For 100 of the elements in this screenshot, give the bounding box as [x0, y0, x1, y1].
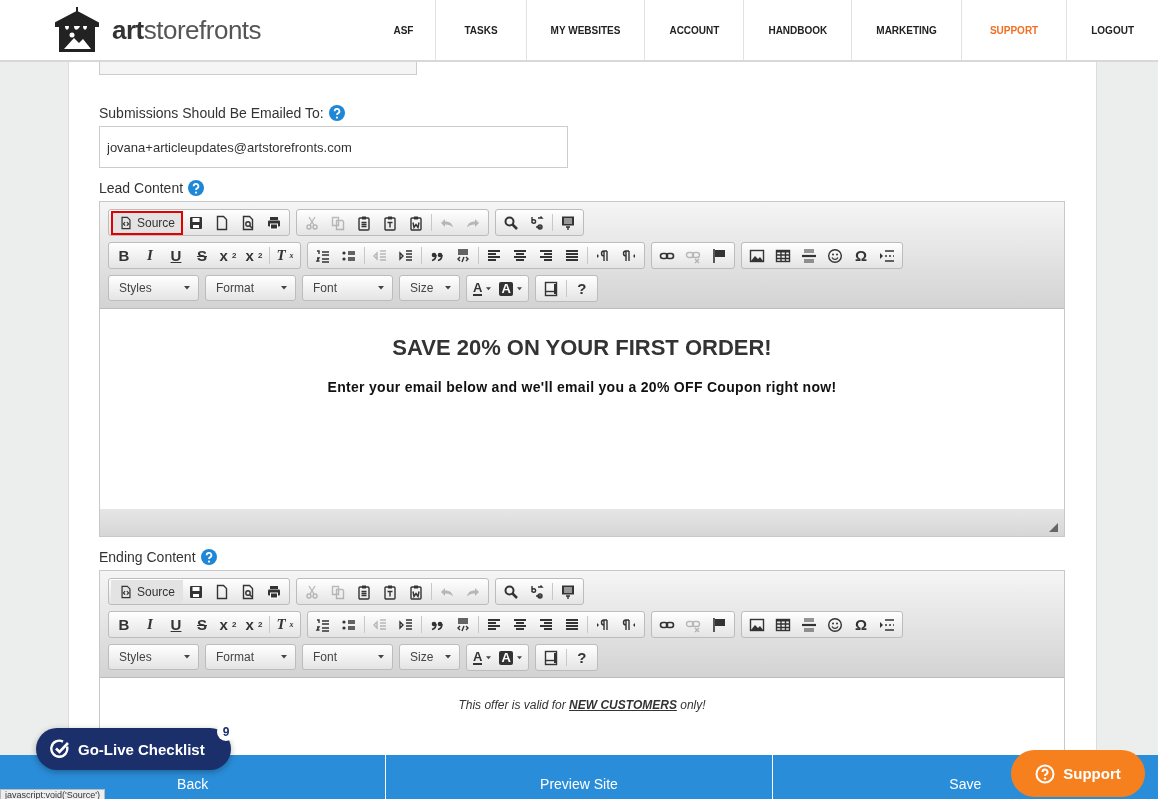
caret-icon	[184, 285, 190, 290]
storefront-logo-icon	[52, 5, 102, 55]
dropdown[interactable]: Format	[205, 643, 296, 670]
caret-icon	[516, 655, 522, 660]
help-icon	[1035, 763, 1056, 784]
image-icon	[749, 616, 765, 633]
field-label: Submissions Should Be Emailed To:	[99, 105, 324, 121]
search-icon	[503, 583, 520, 600]
maximize-icon	[542, 280, 559, 297]
table-icon	[775, 247, 791, 264]
nav-link[interactable]: TASKS	[436, 0, 527, 60]
dropdown[interactable]: Font	[302, 643, 393, 670]
dropdown[interactable]: Size	[399, 274, 460, 301]
indent-icon	[398, 247, 414, 264]
clipboard-icon	[356, 583, 373, 600]
align-left-icon	[486, 247, 502, 264]
help-icon[interactable]	[188, 180, 205, 196]
div-container-icon	[455, 616, 471, 633]
nav-link[interactable]: ACCOUNT	[645, 0, 745, 60]
smiley-icon	[827, 616, 843, 633]
caret-icon	[445, 285, 451, 290]
clipboard-icon	[408, 214, 425, 231]
format-button[interactable]: B	[111, 613, 137, 636]
format-button[interactable]: x$^{2}$	[241, 244, 267, 267]
div-container-icon	[455, 247, 471, 264]
editor-text: SAVE 20% ON YOUR FIRST ORDER!	[391, 335, 773, 361]
flag-icon	[711, 616, 727, 633]
replace-icon	[529, 583, 546, 600]
nav-link[interactable]: HANDBOOK	[744, 0, 853, 60]
format-button[interactable]: U	[163, 613, 189, 636]
nav-link[interactable]: MY WEBSITES	[526, 0, 646, 60]
dropdown[interactable]: Size	[399, 643, 460, 670]
nav-link[interactable]: MARKETING	[852, 0, 962, 60]
format-button[interactable]: B	[111, 244, 137, 267]
clipboard-icon	[408, 583, 425, 600]
dropdown[interactable]: Font	[302, 274, 393, 301]
page-break-icon	[879, 616, 895, 633]
dropdown[interactable]: Styles	[108, 274, 199, 301]
caret-icon	[281, 285, 287, 290]
background-color-button[interactable]: A	[495, 646, 526, 669]
maximize-icon	[542, 649, 559, 666]
caret-icon	[486, 655, 492, 660]
caret-icon	[378, 654, 384, 659]
format-button[interactable]: ?	[568, 277, 595, 300]
format-button[interactable]: x$^{2}$	[241, 613, 267, 636]
format-button[interactable]: I	[137, 244, 163, 267]
printer-icon	[266, 583, 283, 600]
scissors-icon	[304, 583, 321, 600]
field-label: Lead Content	[99, 180, 184, 196]
status-bar-url: javascript:void('Source')	[0, 789, 105, 799]
format-button[interactable]: I	[137, 613, 163, 636]
caret-icon	[378, 285, 384, 290]
caret-icon	[486, 286, 492, 291]
smiley-icon	[827, 247, 843, 264]
horizontal-line-icon	[801, 616, 817, 633]
resize-grip-icon[interactable]	[1049, 523, 1058, 532]
nav-link[interactable]: LOGOUT	[1067, 0, 1158, 60]
input-field[interactable]	[99, 62, 417, 75]
dropdown[interactable]: Format	[205, 274, 296, 301]
floppy-icon	[188, 214, 205, 231]
format-button[interactable]: U	[163, 244, 189, 267]
source-button[interactable]: Source	[111, 579, 184, 604]
nav-link[interactable]: ASF	[367, 0, 437, 60]
background-color-button[interactable]: A	[495, 277, 526, 300]
help-icon[interactable]	[200, 549, 217, 565]
format-button[interactable]: ?	[568, 646, 595, 669]
printer-icon	[266, 214, 283, 231]
clipboard-icon	[382, 583, 399, 600]
check-circle-icon	[50, 739, 70, 759]
format-button[interactable]: Ω	[848, 244, 874, 267]
format-button[interactable]: S	[189, 244, 215, 267]
editor-text: Enter your email below and we'll email you a 20% OFF Coupon right now!	[326, 379, 838, 395]
text-color-button[interactable]: A	[469, 646, 496, 669]
caret-icon	[281, 654, 287, 659]
copy-icon	[330, 214, 347, 231]
scissors-icon	[304, 214, 321, 231]
page-break-icon	[879, 247, 895, 264]
format-button[interactable]: S	[189, 613, 215, 636]
horizontal-line-icon	[801, 247, 817, 264]
select-all-icon	[560, 583, 577, 600]
help-icon[interactable]	[328, 105, 345, 121]
logo-wordmark[interactable]: artstorefronts	[112, 14, 262, 46]
caret-icon	[184, 654, 190, 659]
floppy-icon	[188, 583, 205, 600]
format-button[interactable]: Ω	[848, 613, 874, 636]
pilcrow-icon	[621, 616, 637, 633]
indent-icon	[398, 616, 414, 633]
text-color-button[interactable]: A	[469, 277, 496, 300]
editor-text: This offer is valid for NEW CUSTOMERS only!	[457, 698, 707, 712]
pilcrow-icon	[595, 616, 611, 633]
clipboard-icon	[356, 214, 373, 231]
dropdown[interactable]: Styles	[108, 643, 199, 670]
document-icon	[119, 215, 133, 230]
numbered-list-icon	[315, 616, 331, 633]
align-left-icon	[486, 616, 502, 633]
document-icon	[119, 584, 133, 599]
source-button[interactable]: Source	[111, 210, 184, 235]
search-icon	[503, 214, 520, 231]
caret-icon	[445, 654, 451, 659]
email-field[interactable]: jovana+articleupdates@artstorefronts.com	[99, 126, 568, 168]
